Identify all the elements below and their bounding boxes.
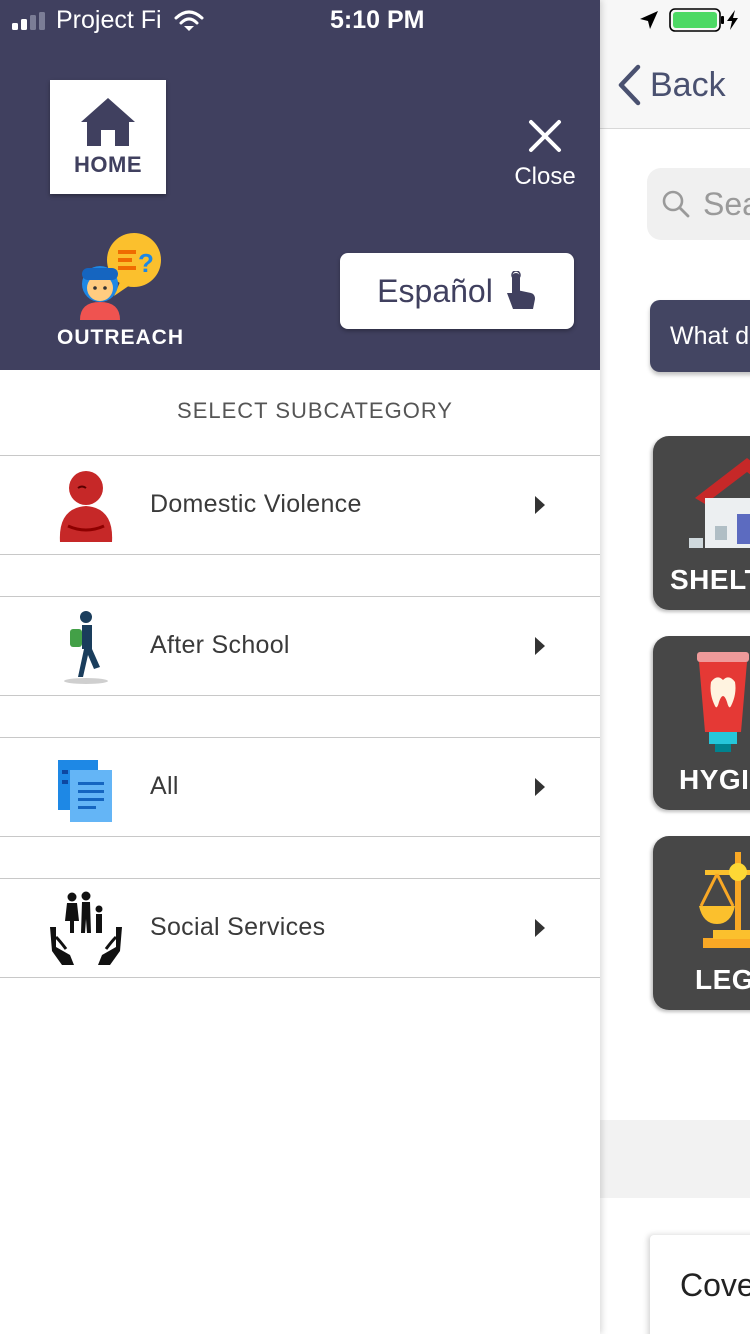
subcategory-label: Domestic Violence [150,490,362,518]
tap-hand-icon [506,271,535,309]
outreach-button[interactable]: ? OUTREACH [50,230,190,349]
house-icon [689,458,750,548]
subcategory-label: After School [150,631,290,659]
category-label-legal: LEG [695,964,750,995]
svg-text:?: ? [138,248,154,278]
search-icon [662,190,690,218]
category-label-shelter: SHELT [670,564,750,595]
wifi-icon [174,10,204,31]
student-walking-icon [64,611,108,684]
subcategory-item-all[interactable]: All [0,737,600,837]
family-hands-icon [50,891,122,965]
app-screen: Back Sea What d SHELT [0,0,750,1334]
outreach-label: OUTREACH [57,326,184,349]
spanish-language-label: Español [377,272,493,309]
close-icon [529,120,561,152]
home-button[interactable]: HOME [50,80,166,194]
outreach-avatar-icon: ? [80,233,161,320]
bottom-card-text: Cove [680,1267,750,1303]
category-card-shelter[interactable]: SHELT [653,436,750,610]
signal-bars-icon [12,11,45,30]
caret-right-icon [535,919,545,937]
carrier-name: Project Fi [56,6,162,34]
domestic-violence-icon [59,471,113,542]
subcategory-label: Social Services [150,913,326,941]
caret-right-icon [535,496,545,514]
footer-band [600,1120,750,1198]
category-card-hygiene[interactable]: HYGI [653,636,750,810]
status-time: 5:10 PM [330,6,425,34]
status-bar: Project Fi 5:10 PM [0,0,750,40]
spanish-language-button[interactable]: Español [340,253,574,329]
close-button[interactable]: Close [505,118,585,191]
carrier-group: Project Fi [12,6,204,35]
chevron-left-icon [618,64,641,106]
search-placeholder: Sea [703,185,750,222]
subcategory-item-after-school[interactable]: After School [0,596,600,696]
side-drawer: HOME Close ? OUTREACH Español SELECT SUB… [0,0,600,1334]
close-label: Close [514,163,576,190]
question-text: What d [670,321,750,350]
battery-charging-icon [669,8,738,32]
select-subcategory-title: SELECT SUBCATEGORY [177,398,453,423]
subcategory-item-domestic-violence[interactable]: Domestic Violence [0,455,600,555]
toothpaste-icon [697,652,749,752]
back-button[interactable]: Back [616,62,726,108]
back-label: Back [650,65,726,104]
home-label: HOME [74,152,142,177]
drawer-header: HOME Close ? OUTREACH Español [0,0,600,370]
search-input[interactable]: Sea [647,168,750,240]
scales-of-justice-icon [699,852,750,948]
home-icon [81,98,135,146]
bottom-card[interactable]: Cove [650,1235,750,1334]
subcategory-item-social-services[interactable]: Social Services [0,878,600,978]
category-card-legal[interactable]: LEG [653,836,750,1010]
caret-right-icon [535,637,545,655]
location-arrow-icon [640,11,658,29]
question-button[interactable]: What d [650,300,750,372]
caret-right-icon [535,778,545,796]
subcategory-label: All [150,772,179,800]
category-label-hygiene: HYGI [679,764,750,795]
documents-icon [58,760,112,822]
background-page: Back Sea What d SHELT [600,0,750,1334]
